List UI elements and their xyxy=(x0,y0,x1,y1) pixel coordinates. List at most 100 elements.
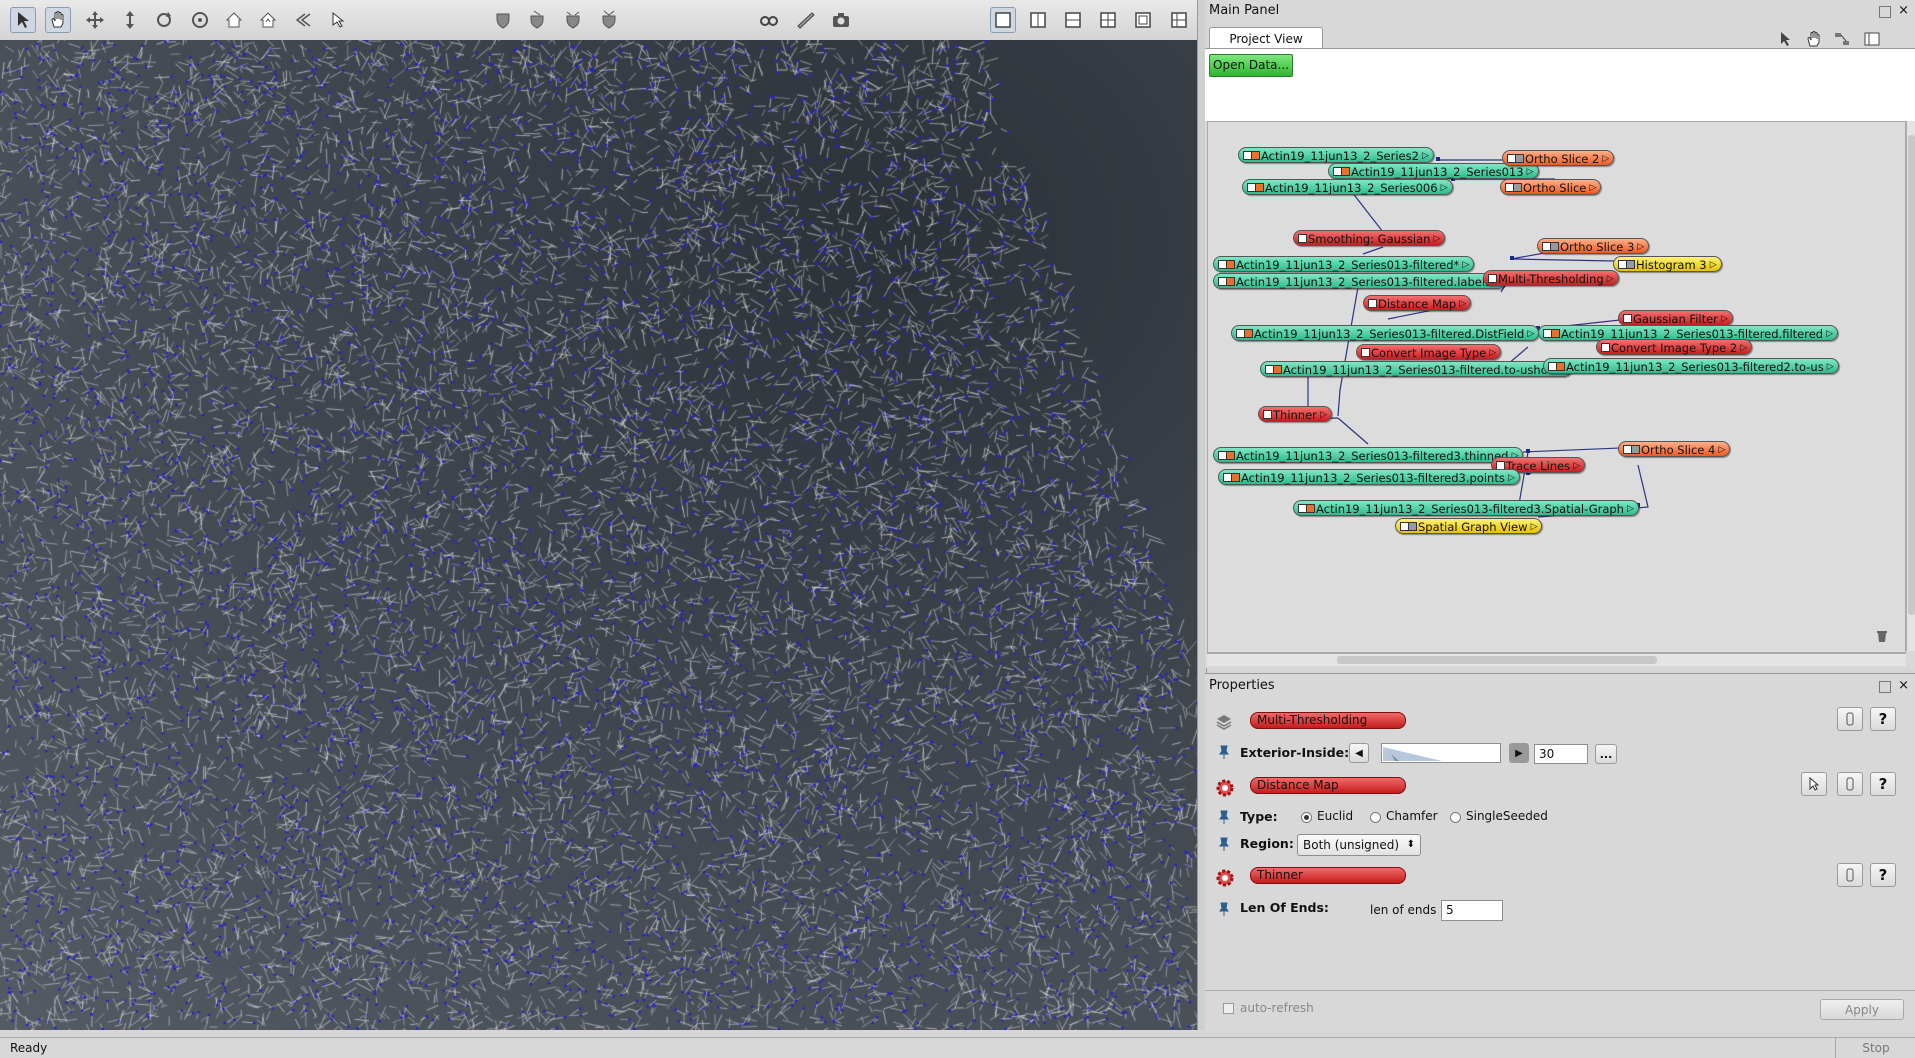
graph-horizontal-scrollbar[interactable] xyxy=(1207,653,1906,666)
stop-button[interactable]: Stop xyxy=(1835,1038,1915,1058)
close-icon[interactable]: × xyxy=(1898,678,1909,693)
layout-single-icon[interactable] xyxy=(990,7,1016,33)
tree-view-icon[interactable] xyxy=(1863,30,1881,48)
pointer-icon[interactable] xyxy=(10,7,36,33)
visibility-toggle[interactable] xyxy=(1361,348,1370,357)
translate-icon[interactable] xyxy=(82,7,108,33)
layout-fullscreen-icon[interactable] xyxy=(1130,7,1156,33)
node-menu-icon[interactable]: ▷ xyxy=(1462,257,1469,273)
multi-thresholding-module[interactable]: Multi-Thresholding xyxy=(1250,712,1406,729)
distance-map-module[interactable]: Distance Map xyxy=(1250,777,1406,794)
module-settings-button[interactable] xyxy=(1837,772,1863,796)
pin-icon[interactable] xyxy=(1219,745,1229,759)
layout-two-vertical-icon[interactable] xyxy=(1025,7,1051,33)
graph-layout-icon[interactable] xyxy=(1833,30,1851,48)
help-button[interactable]: ? xyxy=(1870,772,1896,796)
graph-node[interactable]: Distance Map ▷ xyxy=(1363,295,1472,312)
visibility-toggle[interactable] xyxy=(1488,274,1497,283)
select-tool-icon[interactable] xyxy=(1777,30,1795,48)
graph-node[interactable]: Actin19_11jun13_2_Series013-filtered.Dis… xyxy=(1231,325,1540,342)
hand-icon[interactable] xyxy=(45,7,71,33)
project-graph[interactable]: Actin19_11jun13_2_Series2 ▷ Actin19_11jun1… xyxy=(1207,121,1906,653)
layout-custom-icon[interactable] xyxy=(1166,7,1192,33)
float-icon[interactable] xyxy=(1879,681,1891,693)
module-settings-button[interactable] xyxy=(1837,863,1863,887)
apply-button[interactable]: Apply xyxy=(1820,999,1904,1020)
slider-right-button[interactable]: ▶ xyxy=(1509,743,1529,763)
node-menu-icon[interactable]: ▷ xyxy=(1627,501,1634,517)
more-button[interactable]: ... xyxy=(1595,744,1617,764)
graph-node[interactable]: Actin19_11jun13_2_Series006 ▷ xyxy=(1242,179,1453,195)
radio-chamfer[interactable] xyxy=(1370,812,1381,823)
visibility-toggle[interactable] xyxy=(1298,234,1307,243)
stereo-icon[interactable] xyxy=(756,7,782,33)
seek-icon[interactable] xyxy=(326,7,352,33)
graph-node[interactable]: Thinner ▷ xyxy=(1258,406,1332,422)
graph-node[interactable]: Actin19_11jun13_2_Series013-filtered.to-… xyxy=(1260,361,1572,377)
node-menu-icon[interactable]: ▷ xyxy=(1508,470,1515,486)
graph-node[interactable]: Actin19_11jun13_2_Series013-filtered3.Sp… xyxy=(1293,500,1639,516)
trackball-icon[interactable] xyxy=(187,7,213,33)
node-menu-icon[interactable]: ▷ xyxy=(1827,359,1834,375)
node-menu-icon[interactable]: ▷ xyxy=(1710,257,1717,273)
open-data-button[interactable]: Open Data... xyxy=(1209,54,1293,77)
graph-node[interactable]: Histogram 3 ▷ xyxy=(1613,256,1722,272)
graph-node[interactable]: Actin19_11jun13_2_Series013-filtered.lab… xyxy=(1213,273,1507,289)
float-icon[interactable] xyxy=(1879,6,1891,18)
clip-left-icon[interactable] xyxy=(596,7,622,33)
graph-node[interactable]: Ortho Slice 2 ▷ xyxy=(1502,150,1615,167)
layout-four-icon[interactable] xyxy=(1095,7,1121,33)
graph-node[interactable]: Convert Image Type 2 ▷ xyxy=(1596,339,1753,356)
region-select[interactable]: Both (unsigned) ⬍ xyxy=(1297,834,1421,856)
module-settings-button[interactable] xyxy=(1837,707,1863,731)
clip-icon[interactable] xyxy=(560,7,586,33)
node-menu-icon[interactable]: ▷ xyxy=(1527,326,1534,342)
node-menu-icon[interactable]: ▷ xyxy=(1637,239,1644,255)
pan-tool-icon[interactable] xyxy=(1805,30,1823,48)
node-menu-icon[interactable]: ▷ xyxy=(1422,148,1429,164)
graph-node[interactable]: Actin19_11jun13_2_Series013-filtered3.po… xyxy=(1218,469,1520,485)
visibility-toggle[interactable] xyxy=(1263,410,1272,419)
node-menu-icon[interactable]: ▷ xyxy=(1607,271,1614,287)
measurement-icon[interactable] xyxy=(793,7,819,33)
graph-node[interactable]: Ortho Slice 4 ▷ xyxy=(1618,441,1731,458)
graph-node[interactable]: Spatial Graph View ▷ xyxy=(1395,518,1543,534)
visibility-toggle[interactable] xyxy=(1601,343,1610,352)
exterior-inside-slider[interactable] xyxy=(1381,743,1501,763)
node-menu-icon[interactable]: ▷ xyxy=(1441,180,1448,196)
radio-euclid[interactable] xyxy=(1301,812,1312,823)
pin-icon[interactable] xyxy=(1219,837,1229,851)
auto-refresh-checkbox[interactable] xyxy=(1223,1003,1234,1014)
measure-icon[interactable] xyxy=(524,7,550,33)
snapshot-icon[interactable] xyxy=(828,7,854,33)
graph-node[interactable]: Actin19_11jun13_2_Series013-filtered* ▷ xyxy=(1213,256,1475,273)
node-menu-icon[interactable]: ▷ xyxy=(1602,151,1609,167)
node-menu-icon[interactable]: ▷ xyxy=(1573,458,1580,474)
visibility-toggle[interactable] xyxy=(1623,314,1632,323)
thinner-module[interactable]: Thinner xyxy=(1250,867,1406,884)
trash-icon[interactable] xyxy=(1875,629,1889,643)
graph-node[interactable]: Smoothing: Gaussian ▷ xyxy=(1293,230,1446,247)
graph-node[interactable]: Convert Image Type ▷ xyxy=(1356,344,1502,361)
exterior-inside-value[interactable]: 30 xyxy=(1534,744,1588,764)
node-menu-icon[interactable]: ▷ xyxy=(1740,340,1747,356)
view-all-icon[interactable] xyxy=(290,7,316,33)
layout-two-horizontal-icon[interactable] xyxy=(1060,7,1086,33)
home-icon[interactable] xyxy=(221,7,247,33)
slider-left-button[interactable]: ◀ xyxy=(1349,743,1369,763)
tab-project-view[interactable]: Project View xyxy=(1209,27,1323,50)
help-button[interactable]: ? xyxy=(1870,863,1896,887)
node-menu-icon[interactable]: ▷ xyxy=(1434,231,1441,247)
graph-node[interactable]: Multi-Thresholding ▷ xyxy=(1483,270,1619,286)
3d-viewer[interactable] xyxy=(0,40,1197,1030)
pin-icon[interactable] xyxy=(1219,810,1229,824)
node-menu-icon[interactable]: ▷ xyxy=(1718,442,1725,458)
dolly-icon[interactable] xyxy=(117,7,143,33)
graph-node[interactable]: Ortho Slice ▷ xyxy=(1500,179,1602,196)
visibility-toggle[interactable] xyxy=(1368,299,1377,308)
node-menu-icon[interactable]: ▷ xyxy=(1459,296,1466,312)
node-menu-icon[interactable]: ▷ xyxy=(1589,180,1596,196)
node-menu-icon[interactable]: ▷ xyxy=(1489,345,1496,361)
radio-singleseeded[interactable] xyxy=(1450,812,1461,823)
node-menu-icon[interactable]: ▷ xyxy=(1826,326,1833,342)
